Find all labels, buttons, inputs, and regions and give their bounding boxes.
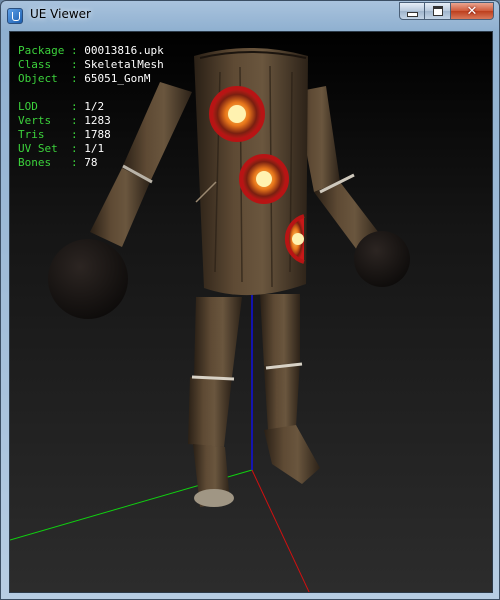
info-row-uvset: UV Set : 1/1 [18, 142, 105, 155]
info-row-package: Package : 00013816.upk [18, 44, 164, 57]
close-icon: ✕ [466, 3, 478, 19]
info-row-bones: Bones : 78 [18, 156, 98, 169]
3d-viewport[interactable]: Package : 00013816.upk Class : SkeletalM… [9, 31, 493, 593]
info-row-tris: Tris : 1788 [18, 128, 111, 141]
app-icon [7, 8, 23, 24]
emblem-middle [239, 154, 289, 204]
window-title: UE Viewer [30, 7, 91, 21]
window-controls: ✕ [399, 2, 494, 21]
minimize-button[interactable] [399, 2, 425, 20]
info-row-lod: LOD : 1/2 [18, 100, 105, 113]
maximize-button[interactable] [425, 2, 451, 20]
close-button[interactable]: ✕ [451, 2, 494, 20]
app-window: UE Viewer ✕ Package: 00013816.upk Class… [0, 0, 500, 600]
mesh-info-overlay: Package : 00013816.upk Class : SkeletalM… [18, 44, 164, 170]
axis-x-line [251, 469, 310, 592]
right-thigh [260, 294, 300, 366]
title-bar[interactable]: UE Viewer ✕ [1, 1, 499, 31]
minimize-icon [406, 11, 418, 17]
left-shin [188, 377, 232, 447]
info-row-object: Object : 65051_GonM [18, 72, 151, 85]
left-lower-arm [90, 168, 150, 247]
right-shin [264, 362, 300, 430]
left-hand-ball [48, 239, 128, 319]
maximize-icon [432, 6, 443, 16]
right-hand-ball [354, 231, 410, 287]
emblem-top [209, 86, 265, 142]
info-row-class: Class : SkeletalMesh [18, 58, 164, 71]
left-thigh [194, 297, 242, 377]
info-row-verts: Verts : 1283 [18, 114, 111, 127]
right-foot [264, 425, 320, 484]
